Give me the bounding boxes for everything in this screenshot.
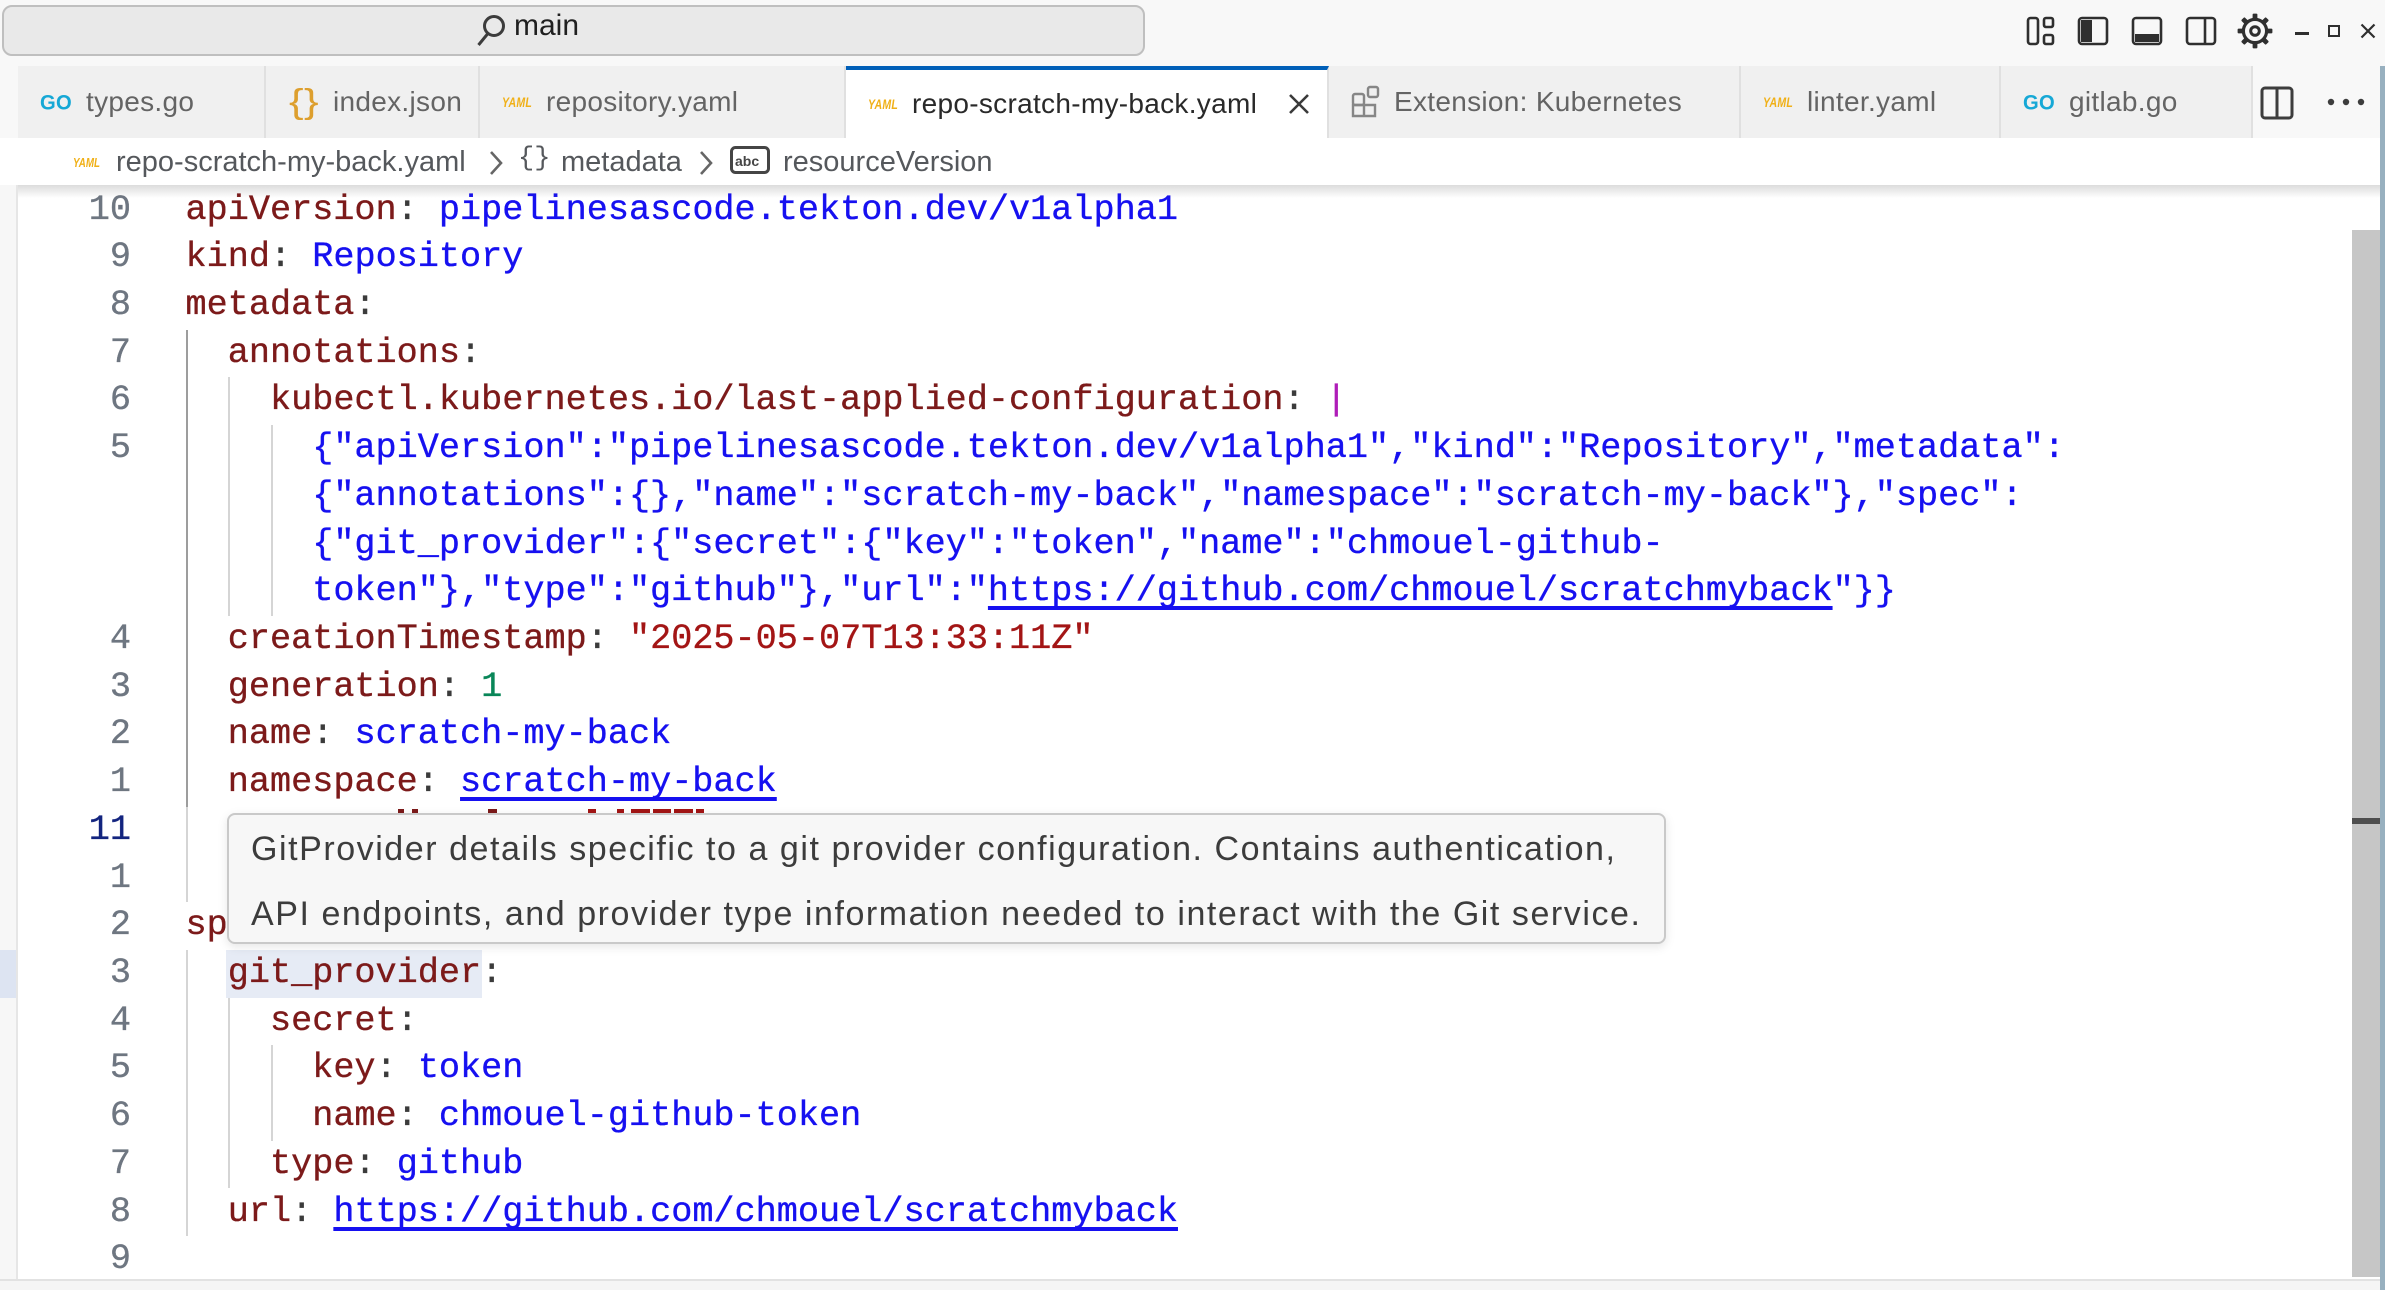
svg-text:YAML: YAML xyxy=(1763,95,1793,109)
svg-text:GO: GO xyxy=(40,92,72,112)
svg-text:abc: abc xyxy=(735,153,759,169)
svg-text:GO: GO xyxy=(2023,92,2055,112)
svg-text:YAML: YAML xyxy=(868,97,898,111)
svg-text:YAML: YAML xyxy=(502,95,532,109)
svg-text:{}: {} xyxy=(289,84,319,120)
svg-text:YAML: YAML xyxy=(73,156,100,169)
